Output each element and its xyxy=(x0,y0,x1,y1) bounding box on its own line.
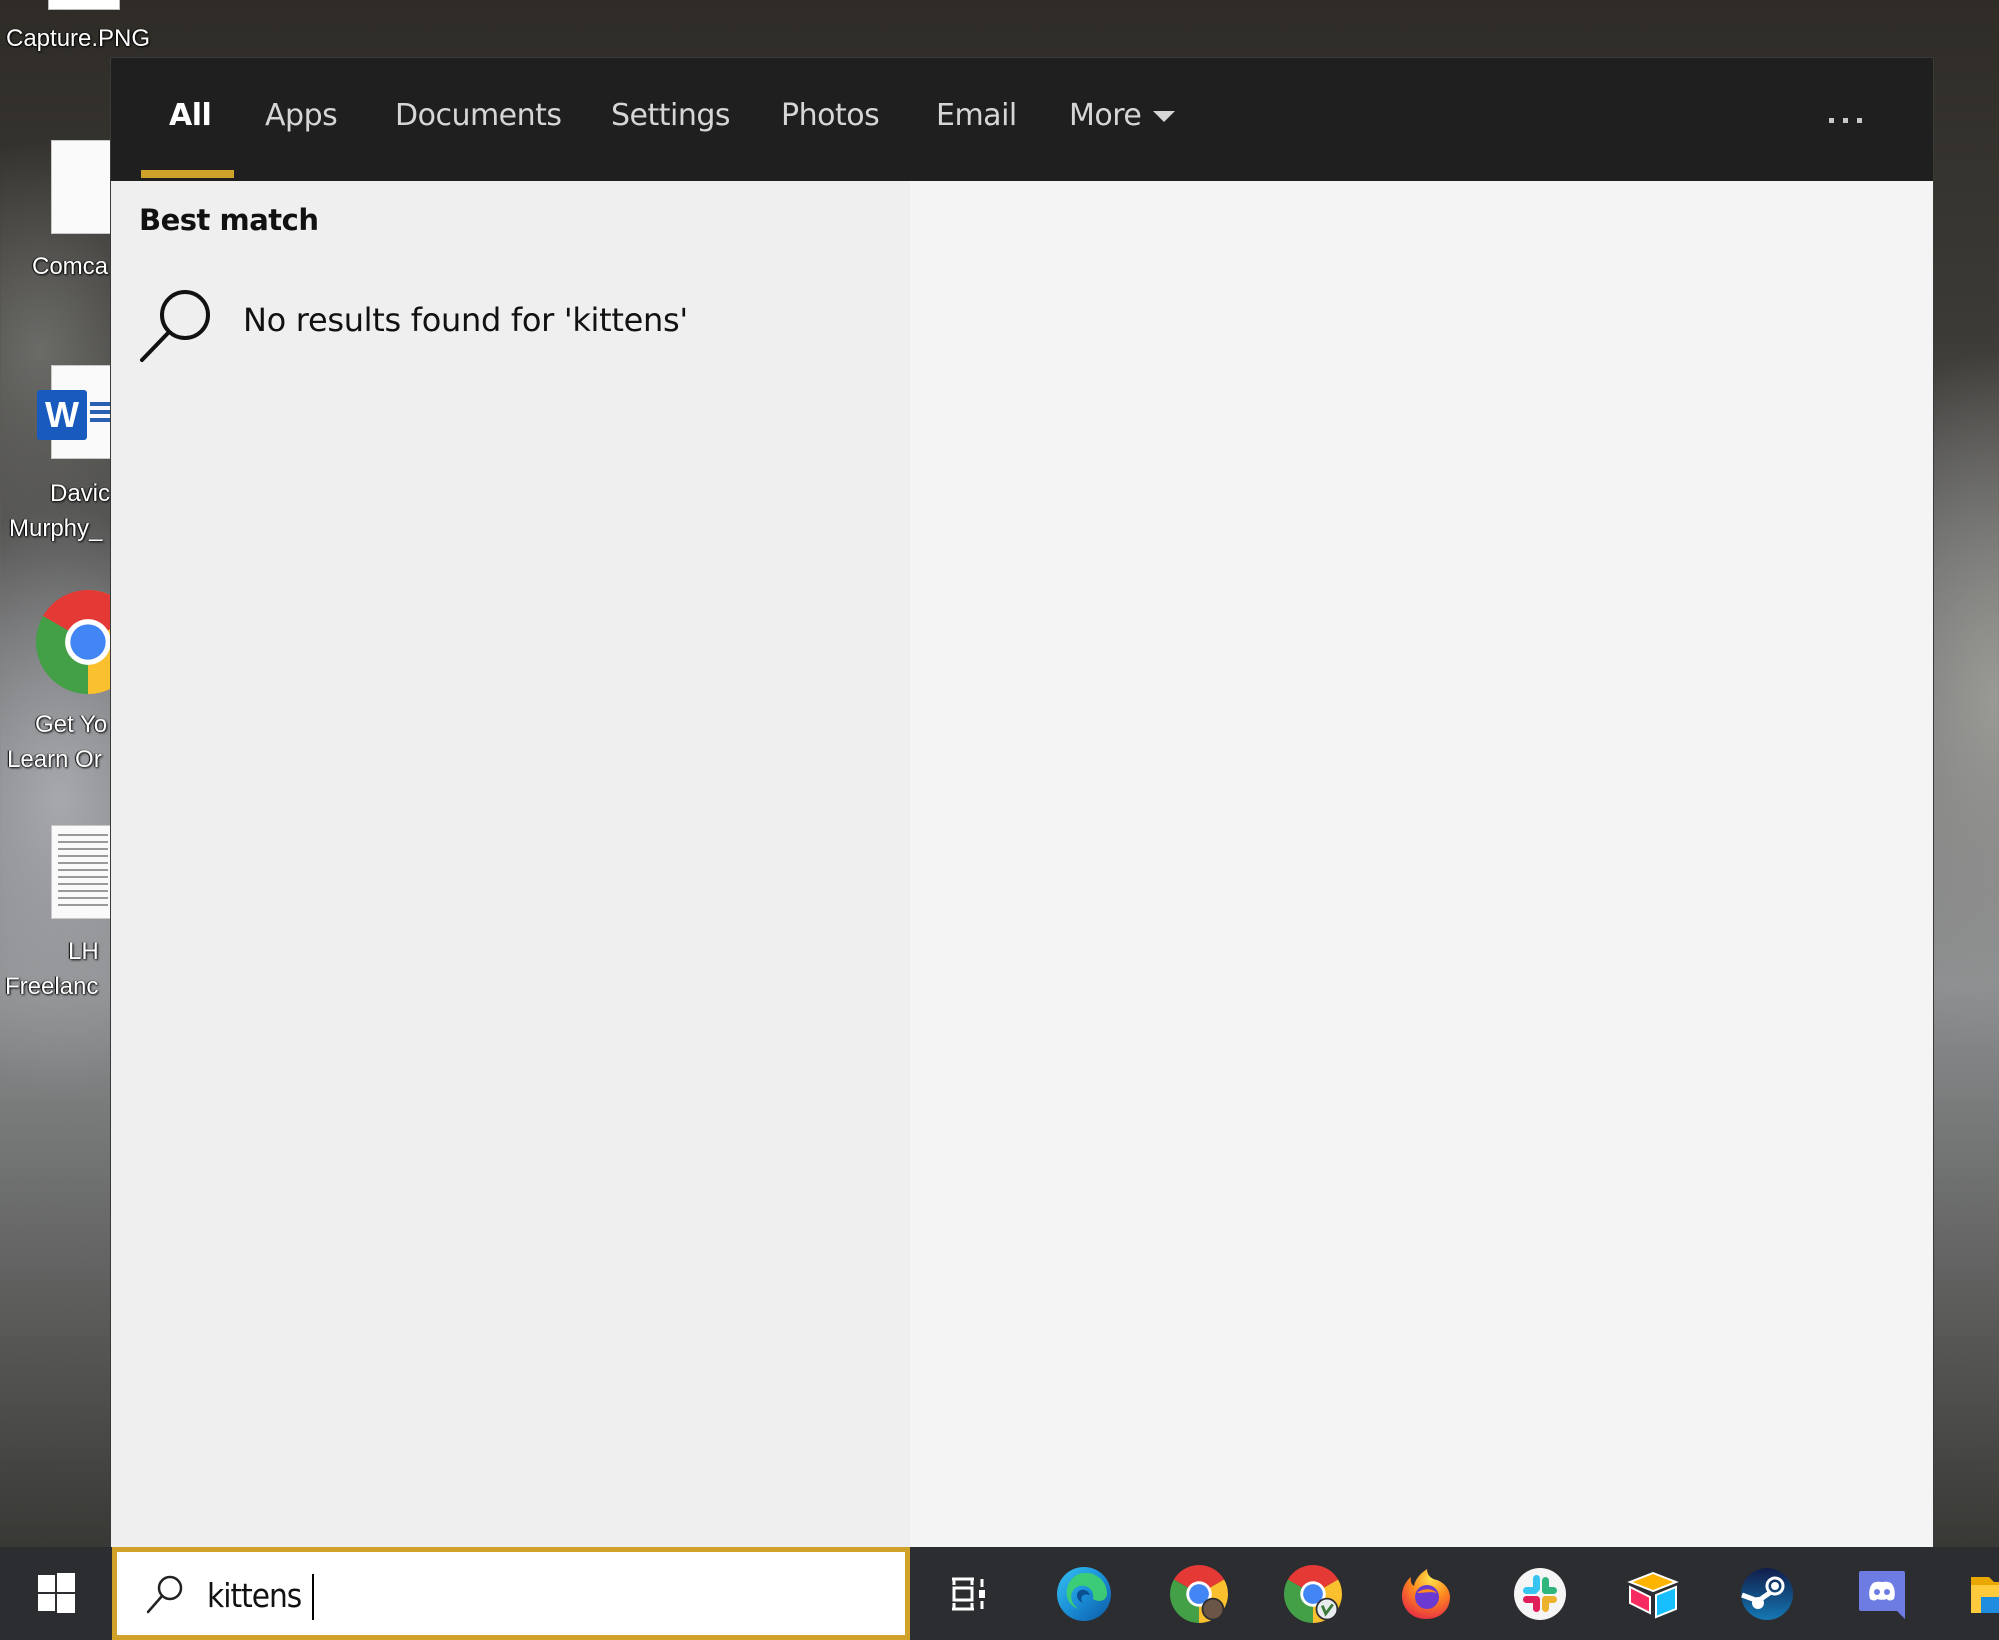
results-list-pane: Best match No results found for 'kittens… xyxy=(111,181,910,1547)
tab-photos[interactable]: Photos xyxy=(781,98,880,133)
tab-more[interactable]: More xyxy=(1069,98,1176,133)
edge-icon xyxy=(1057,1567,1111,1621)
no-results-text: No results found for 'kittens' xyxy=(243,301,688,339)
taskbar-app-edge[interactable] xyxy=(1055,1565,1113,1623)
preview-pane xyxy=(910,181,1933,1547)
tab-all[interactable]: All xyxy=(169,98,212,133)
search-icon xyxy=(146,1575,183,1614)
image-file-icon xyxy=(48,0,120,10)
firefox-icon xyxy=(1402,1569,1450,1619)
taskbar-app-slack[interactable] xyxy=(1511,1565,1569,1623)
folder-icon xyxy=(1971,1577,1999,1613)
more-options-button[interactable] xyxy=(1829,110,1873,140)
blank-document-icon xyxy=(51,140,115,234)
tab-email[interactable]: Email xyxy=(936,98,1017,133)
task-view-button[interactable] xyxy=(938,1565,996,1623)
word-logo: W xyxy=(37,390,87,440)
taskbar-app-airtable[interactable] xyxy=(1624,1565,1682,1623)
desktop-icon-capture[interactable]: Capture.PNG xyxy=(0,0,150,60)
text-document-icon xyxy=(51,825,115,919)
taskbar-app-chrome-2[interactable] xyxy=(1284,1565,1342,1623)
best-match-heading: Best match xyxy=(139,203,319,237)
ellipsis-icon xyxy=(1829,118,1834,123)
tab-more-label: More xyxy=(1069,98,1142,133)
start-button[interactable] xyxy=(18,1563,94,1625)
search-icon xyxy=(140,290,210,362)
active-tab-indicator xyxy=(141,170,234,178)
windows-logo-icon xyxy=(38,1573,75,1613)
discord-icon xyxy=(1859,1571,1905,1619)
taskbar-app-firefox[interactable] xyxy=(1397,1565,1455,1623)
task-view-icon xyxy=(952,1577,985,1611)
taskbar-app-steam[interactable] xyxy=(1738,1565,1796,1623)
tab-documents[interactable]: Documents xyxy=(395,98,562,133)
tab-apps[interactable]: Apps xyxy=(265,98,338,133)
search-filter-tabs: All Apps Documents Settings Photos Email… xyxy=(111,58,1933,181)
text-cursor xyxy=(312,1574,314,1620)
taskbar-app-file-explorer[interactable] xyxy=(1967,1565,1999,1623)
tab-settings[interactable]: Settings xyxy=(611,98,731,133)
caret-down-icon xyxy=(1153,111,1176,122)
search-panel: All Apps Documents Settings Photos Email… xyxy=(111,58,1933,1547)
taskbar-app-chrome-1[interactable] xyxy=(1170,1565,1228,1623)
slack-icon xyxy=(1514,1568,1566,1620)
airtable-icon xyxy=(1627,1571,1679,1619)
taskbar-search-box[interactable] xyxy=(112,1547,910,1640)
taskbar-app-discord[interactable] xyxy=(1853,1565,1911,1623)
desktop-icon-label: Capture.PNG xyxy=(6,25,151,52)
search-input[interactable] xyxy=(207,1566,887,1624)
no-results-message: No results found for 'kittens' xyxy=(139,281,879,371)
chrome-icon xyxy=(1170,1565,1228,1623)
chrome-icon xyxy=(1284,1565,1342,1623)
steam-icon xyxy=(1741,1568,1793,1620)
taskbar xyxy=(0,1547,1999,1640)
